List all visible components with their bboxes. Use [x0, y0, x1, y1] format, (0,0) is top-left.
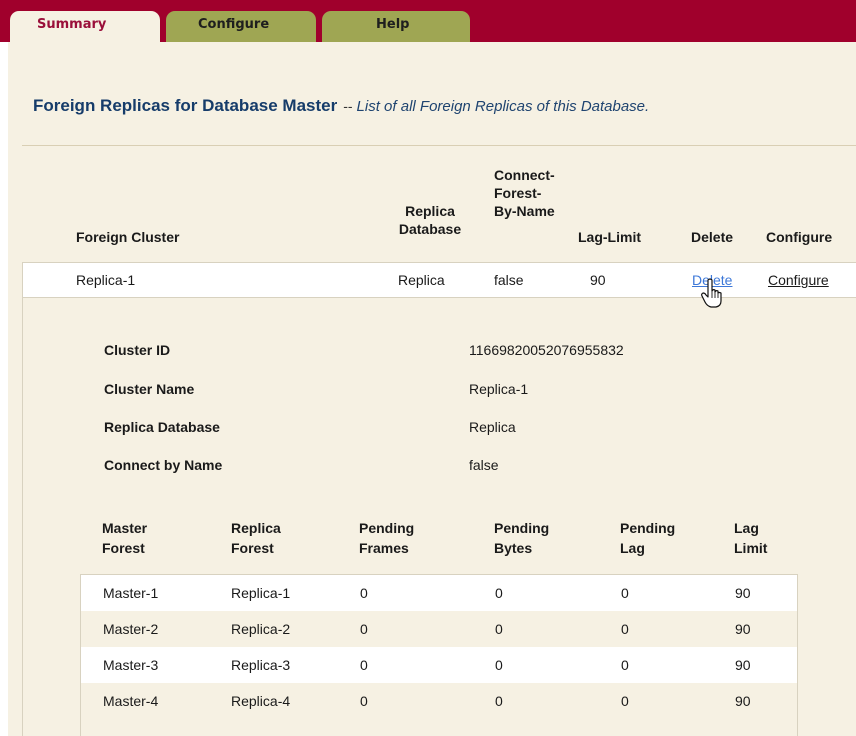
connect-by-name-detail-value: false: [469, 457, 499, 473]
col-pending-frames-line1: Pending: [359, 520, 415, 536]
tab-summary[interactable]: Summary: [10, 11, 160, 42]
pending-lag-cell: 0: [621, 693, 629, 709]
title-separator: --: [343, 98, 353, 114]
pending-lag-cell: 0: [621, 585, 629, 601]
pending-lag-cell: 0: [621, 621, 629, 637]
pending-frames-cell: 0: [360, 585, 368, 601]
pending-frames-cell: 0: [360, 621, 368, 637]
col-delete: Delete: [691, 229, 734, 245]
col-pending-frames: Pending Frames: [359, 518, 414, 558]
lag-limit-cell: 90: [735, 585, 751, 601]
pending-bytes-cell: 0: [495, 693, 503, 709]
master-forest-cell: Master-3: [103, 657, 159, 673]
cluster-name-label: Cluster Name: [104, 381, 195, 397]
pending-frames-cell: 0: [360, 693, 368, 709]
col-foreign-cluster: Foreign Cluster: [76, 229, 180, 245]
col-master-forest: Master Forest: [102, 518, 147, 558]
master-forest-cell: Master-4: [103, 693, 159, 709]
replica-forest-cell: Replica-2: [231, 621, 291, 637]
pending-lag-cell: 0: [621, 657, 629, 673]
col-lag-limit-line1: Lag: [734, 520, 759, 536]
heading-divider: [22, 145, 856, 146]
col-pending-lag-line2: Lag: [620, 540, 645, 556]
connect-by-name-label: Connect by Name: [104, 457, 223, 473]
col-pending-lag-line1: Pending: [620, 520, 676, 536]
col-pending-lag: Pending Lag: [620, 518, 675, 558]
cluster-name-value: Replica-1: [469, 381, 529, 397]
page-title: Foreign Replicas for Database Master: [33, 96, 338, 115]
lag-limit-cell: 90: [735, 621, 751, 637]
page-heading: Foreign Replicas for Database Master -- Li…: [33, 96, 649, 116]
foreign-cluster-value: Replica-1: [76, 272, 136, 288]
forest-table: Master-1 Replica-1 0 0 0 90 Master-2 Rep…: [80, 574, 798, 736]
col-connect-line2: Forest-: [494, 185, 542, 201]
table-row: Master-4 Replica-4 0 0 0 90: [81, 683, 797, 719]
pending-frames-cell: 0: [360, 657, 368, 673]
tab-help[interactable]: Help: [322, 11, 470, 42]
col-pending-frames-line2: Frames: [359, 540, 409, 556]
lag-limit-value: 90: [590, 272, 606, 288]
col-replica-forest-line1: Replica: [231, 520, 281, 536]
configure-link[interactable]: Configure: [768, 272, 829, 288]
col-master-forest-line2: Forest: [102, 540, 145, 556]
col-lag-limit-line2: Limit: [734, 540, 768, 556]
col-connect-line1: Connect-: [494, 167, 555, 183]
lag-limit-cell: 90: [735, 657, 751, 673]
pending-bytes-cell: 0: [495, 657, 503, 673]
pending-bytes-cell: 0: [495, 621, 503, 637]
table-row: Master-3 Replica-3 0 0 0 90: [81, 647, 797, 683]
replica-database-label: Replica Database: [104, 419, 220, 435]
col-connect-forest-by-name: Connect- Forest- By-Name: [494, 166, 555, 220]
page-subtitle: List of all Foreign Replicas of this Dat…: [356, 98, 650, 115]
col-pending-bytes: Pending Bytes: [494, 518, 549, 558]
col-pending-bytes-line2: Bytes: [494, 540, 533, 556]
table-row: Master-2 Replica-2 0 0 0 90: [81, 611, 797, 647]
pending-bytes-cell: 0: [495, 585, 503, 601]
col-pending-bytes-line1: Pending: [494, 520, 550, 536]
replica-database-detail-value: Replica: [469, 419, 516, 435]
col-master-forest-line1: Master: [102, 520, 148, 536]
replica-database-value: Replica: [398, 272, 445, 288]
table-row: Master-1 Replica-1 0 0 0 90: [81, 575, 797, 611]
col-connect-line3: By-Name: [494, 203, 555, 219]
replica-forest-cell: Replica-1: [231, 585, 291, 601]
master-forest-cell: Master-2: [103, 621, 159, 637]
lag-limit-cell: 90: [735, 693, 751, 709]
col-replica-database-line2: Database: [398, 221, 462, 237]
col-lag-limit: Lag-Limit: [578, 229, 641, 245]
cluster-id-value: 11669820052076955832: [469, 342, 624, 358]
col-replica-database-line1: Replica: [405, 203, 455, 219]
connect-by-name-value: false: [494, 272, 524, 288]
col-replica-database: Replica Database: [390, 202, 470, 238]
col-replica-forest: Replica Forest: [231, 518, 281, 558]
cluster-id-label: Cluster ID: [104, 342, 171, 358]
col-configure: Configure: [766, 229, 833, 245]
tab-configure[interactable]: Configure: [166, 11, 316, 42]
replica-forest-cell: Replica-4: [231, 693, 291, 709]
col-replica-forest-line2: Forest: [231, 540, 274, 556]
col-lag-limit-forest: Lag Limit: [734, 518, 767, 558]
master-forest-cell: Master-1: [103, 585, 159, 601]
replica-forest-cell: Replica-3: [231, 657, 291, 673]
